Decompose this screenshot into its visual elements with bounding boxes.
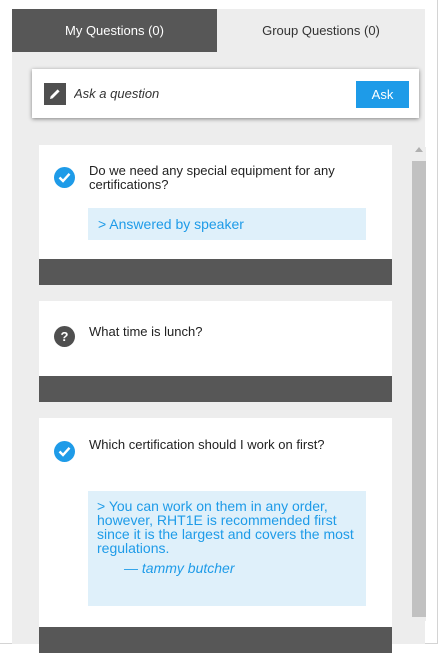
answer-box: > You can work on them in any order, how… (88, 491, 366, 606)
question-text: What time is lunch? (89, 324, 203, 339)
scroll-up-arrow-icon[interactable] (415, 147, 423, 152)
ask-button[interactable]: Ask (356, 81, 409, 108)
scrollbar[interactable] (412, 147, 426, 621)
card-footer-bar (39, 259, 392, 285)
ask-question-bar: Ask (32, 69, 419, 118)
tab-my-questions-label: My Questions (0) (65, 23, 164, 38)
question-card: Which certification should I work on fir… (39, 418, 392, 653)
question-card: ? What time is lunch? (39, 301, 392, 402)
checkmark-circle-icon (54, 441, 75, 462)
answer-toggle[interactable]: > Answered by speaker (88, 208, 366, 240)
ask-question-input[interactable] (74, 80, 344, 106)
questions-panel: My Questions (0) Group Questions (0) Ask… (12, 9, 426, 653)
scrollbar-thumb[interactable] (412, 161, 426, 617)
question-card: Do we need any special equipment for any… (39, 145, 392, 285)
checkmark-circle-icon (54, 167, 75, 188)
tab-my-questions[interactable]: My Questions (0) (12, 9, 217, 52)
answer-text: > You can work on them in any order, how… (97, 498, 354, 556)
app-frame: My Questions (0) Group Questions (0) Ask… (0, 0, 438, 653)
question-text: Which certification should I work on fir… (89, 437, 325, 452)
question-mark-symbol: ? (60, 329, 69, 344)
card-footer-bar (39, 376, 392, 402)
answer-author: — tammy butcher (124, 560, 235, 576)
answer-text: > Answered by speaker (98, 216, 244, 232)
pencil-icon (44, 83, 66, 105)
question-text: Do we need any special equipment for any… (89, 163, 335, 192)
tab-group-questions-label: Group Questions (0) (262, 23, 380, 38)
tab-group-questions[interactable]: Group Questions (0) (217, 9, 425, 52)
question-circle-icon: ? (54, 326, 75, 347)
card-footer-bar (39, 627, 392, 653)
